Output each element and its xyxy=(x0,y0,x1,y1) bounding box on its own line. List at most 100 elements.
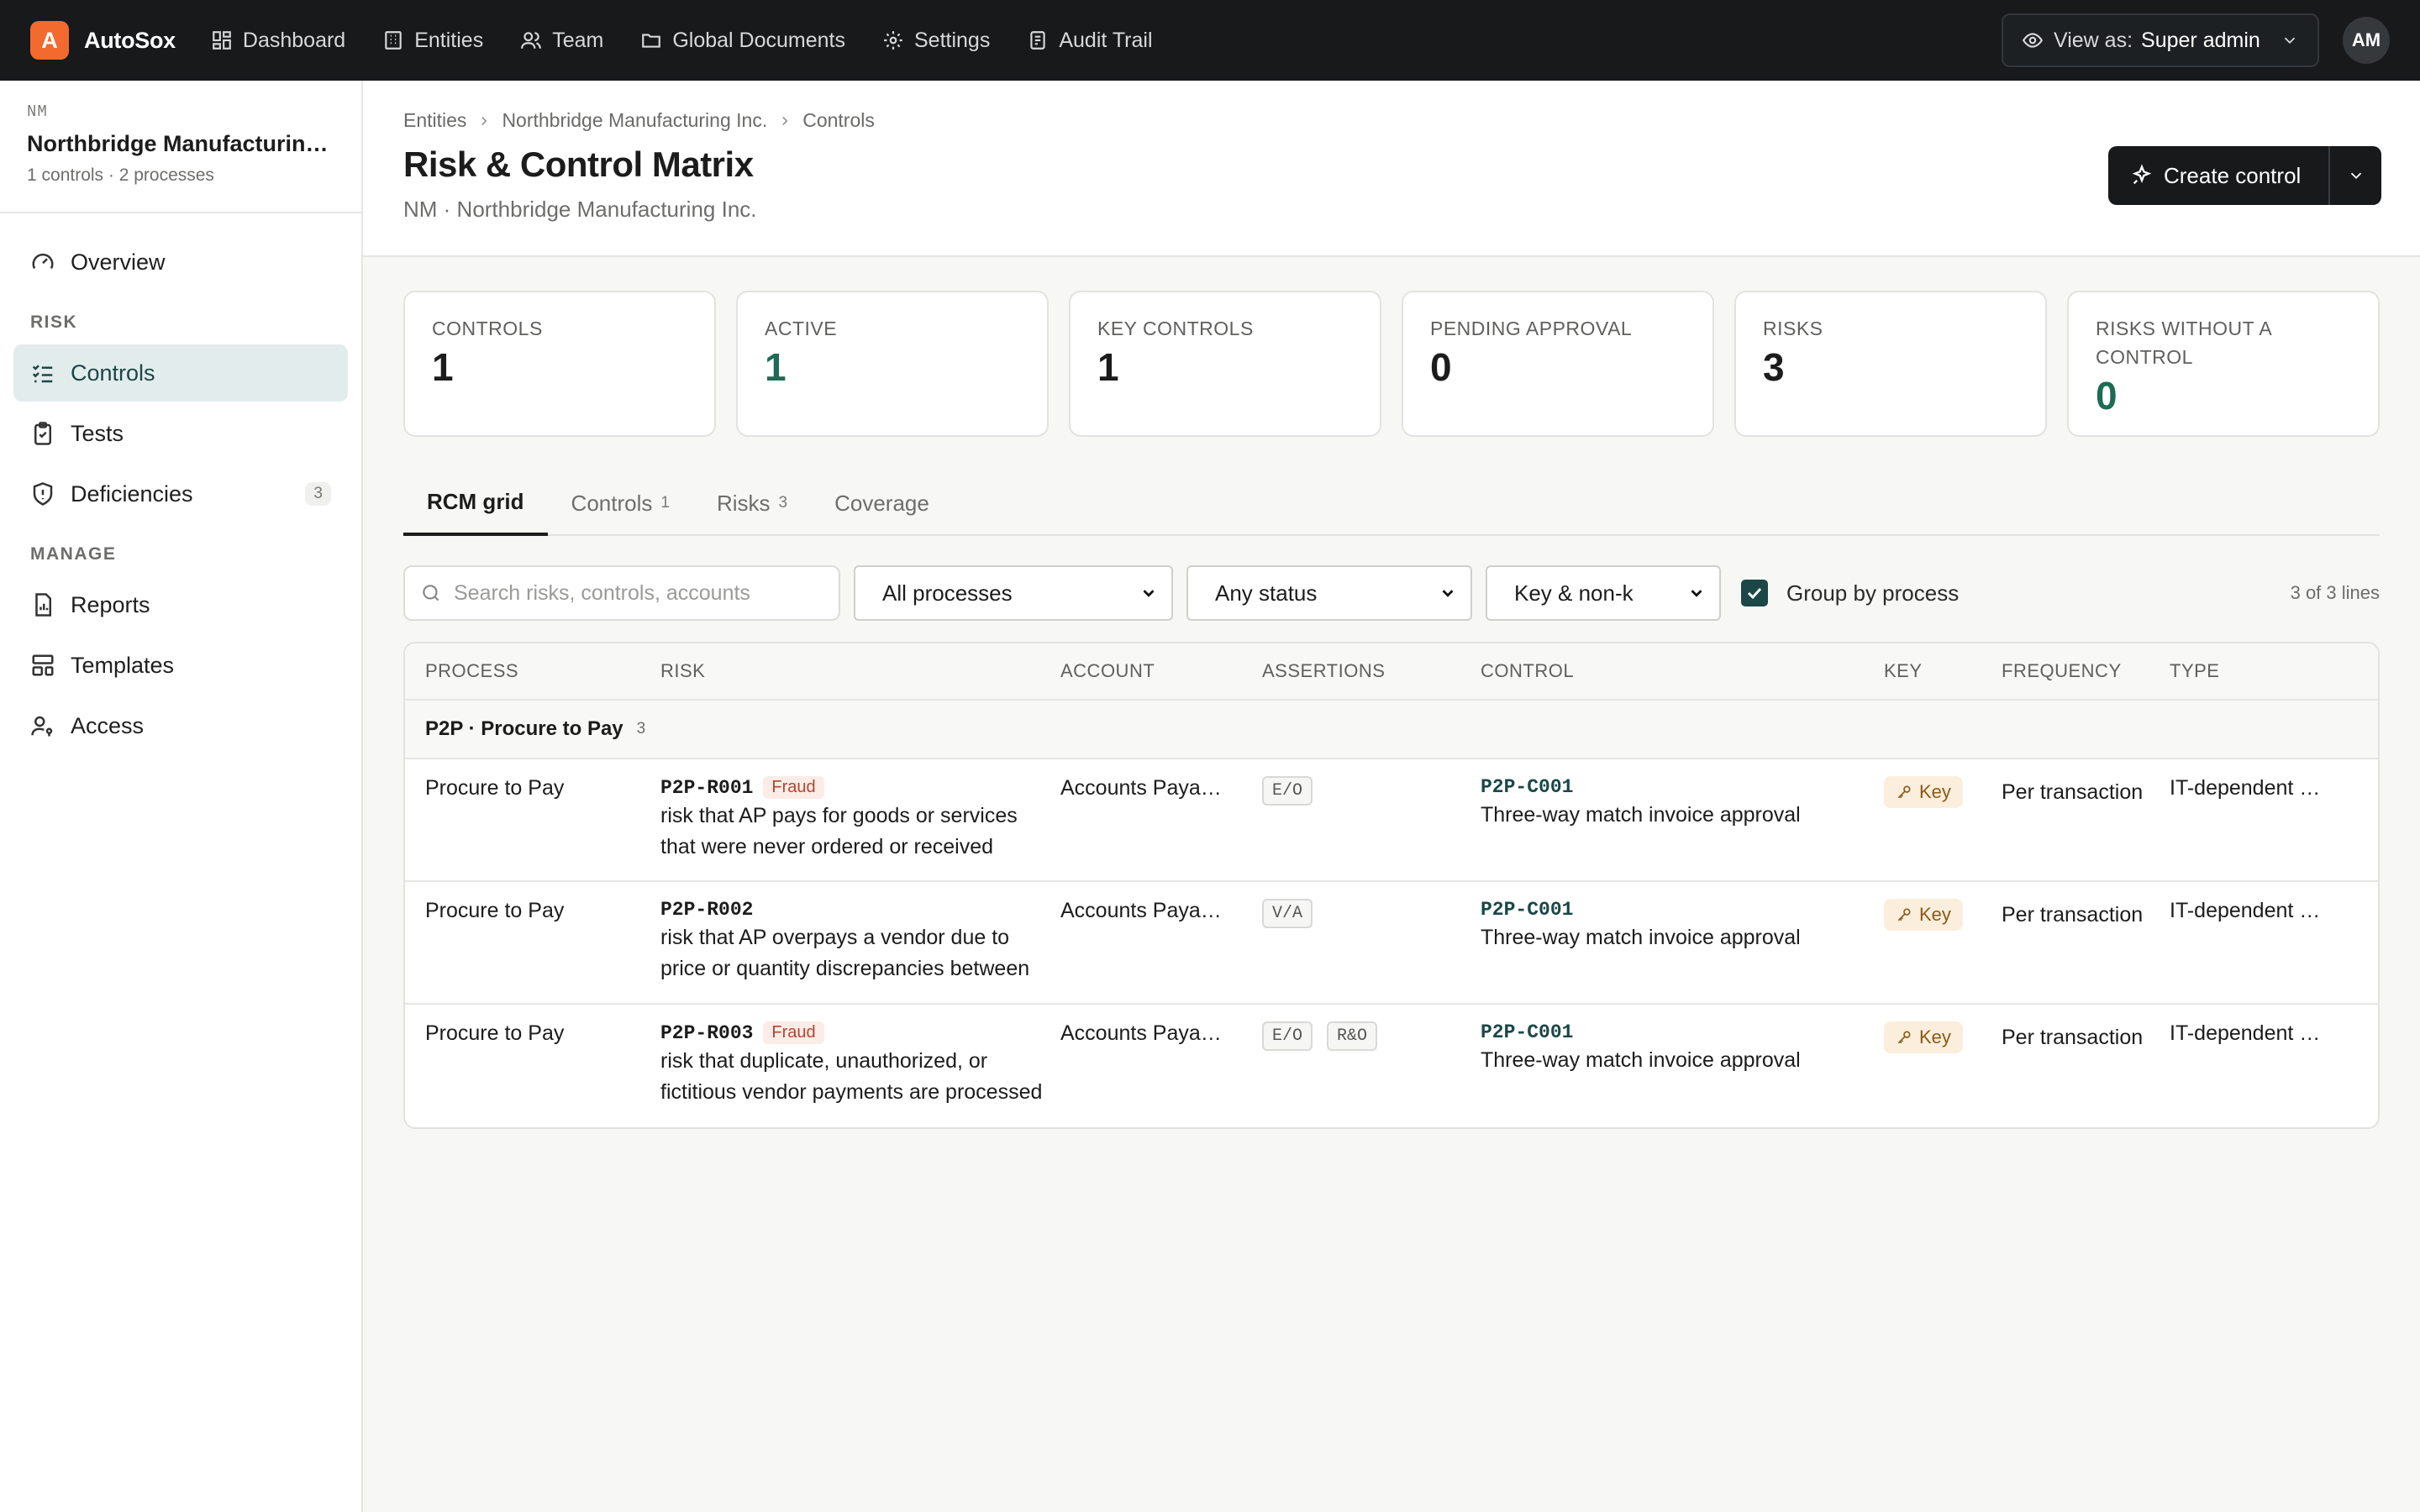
tab-count: 3 xyxy=(778,494,788,512)
stat-card-risks-without-control: RISKS WITHOUT A CONTROL 0 xyxy=(2067,291,2380,437)
assertion-chip: E/O xyxy=(1262,1021,1313,1051)
nav-settings[interactable]: Settings xyxy=(882,29,990,53)
sidebar-item-deficiencies[interactable]: Deficiencies 3 xyxy=(13,465,348,522)
key-icon xyxy=(1897,908,1911,921)
sidebar-item-overview[interactable]: Overview xyxy=(13,234,348,291)
app-name[interactable]: AutoSox xyxy=(84,28,176,54)
risk-description: risk that AP overpays a vendor due to pr… xyxy=(660,926,1030,980)
sidebar-item-tests[interactable]: Tests xyxy=(13,405,348,462)
sidebar-item-reports[interactable]: Reports xyxy=(13,576,348,633)
assertion-chip: V/A xyxy=(1262,899,1313,928)
create-control-dropdown[interactable] xyxy=(2330,166,2381,185)
table-row[interactable]: Procure to Pay P2P-R003 Fraud risk that … xyxy=(405,1005,2378,1127)
table-row[interactable]: Procure to Pay P2P-R002 risk that AP ove… xyxy=(405,882,2378,1005)
key-icon xyxy=(1897,1031,1911,1044)
cell-account: Accounts Payable xyxy=(1060,1021,1262,1046)
stat-card-active: ACTIVE 1 xyxy=(736,291,1049,437)
stat-card-pending-approval: PENDING APPROVAL 0 xyxy=(1402,291,1714,437)
nav-audit-trail[interactable]: Audit Trail xyxy=(1027,28,1153,53)
control-id-link[interactable]: P2P-C001 xyxy=(1481,1021,1884,1043)
column-header-frequency[interactable]: FREQUENCY xyxy=(2002,660,2170,682)
audit-icon xyxy=(1030,31,1046,50)
key-filter-select[interactable]: Key & non-k xyxy=(1486,565,1721,621)
tab-rcm-grid[interactable]: RCM grid xyxy=(403,470,548,536)
rcm-table: PROCESS RISK ACCOUNT ASSERTIONS CONTROL … xyxy=(403,642,2380,1129)
stat-card-risks: RISKS 3 xyxy=(1734,291,2047,437)
sidebar-item-templates[interactable]: Templates xyxy=(13,637,348,694)
search-input[interactable] xyxy=(454,580,823,606)
tab-count: 1 xyxy=(660,494,670,512)
control-type: IT-dependent manual xyxy=(2170,899,2338,922)
chevron-down-icon xyxy=(2350,172,2361,180)
column-header-account[interactable]: ACCOUNT xyxy=(1060,660,1262,682)
risk-description: risk that duplicate, unauthorized, or fi… xyxy=(660,1049,1043,1104)
group-by-process-label[interactable]: Group by process xyxy=(1786,580,1959,606)
column-header-type[interactable]: TYPE xyxy=(2170,660,2363,682)
cell-assertions: E/O xyxy=(1262,776,1481,806)
nav-team[interactable]: Team xyxy=(520,29,603,53)
page-title: Risk & Control Matrix xyxy=(403,144,754,184)
cell-process: Procure to Pay xyxy=(425,1021,565,1045)
key-badge: Key xyxy=(1884,899,1963,931)
nav-dashboard[interactable]: Dashboard xyxy=(211,29,345,53)
tab-controls[interactable]: Controls 1 xyxy=(548,470,693,536)
process-filter-select[interactable]: All processes xyxy=(854,565,1173,621)
column-header-key[interactable]: KEY xyxy=(1884,660,2002,682)
account-name: Accounts Payable xyxy=(1060,776,1228,800)
clipboard-check-icon xyxy=(34,422,51,445)
control-id-link[interactable]: P2P-C001 xyxy=(1481,776,1884,798)
sparkle-icon xyxy=(2132,164,2152,185)
cell-account: Accounts Payable xyxy=(1060,776,1262,801)
sidebar-nav: Overview RISK Controls Tests Deficiencie… xyxy=(0,213,361,778)
cell-process: Procure to Pay xyxy=(425,899,565,922)
nav-label: Team xyxy=(552,28,604,52)
sidebar-item-controls[interactable]: Controls xyxy=(13,344,348,402)
entity-meta: 1 controls · 2 processes xyxy=(27,165,214,185)
top-bar: A AutoSox Dashboard Entities Team Global… xyxy=(0,0,2420,81)
stat-label: ACTIVE xyxy=(765,318,838,339)
create-control-split-button: Create control xyxy=(2108,146,2381,205)
checklist-icon xyxy=(32,365,53,383)
cell-key: Key xyxy=(1884,899,2002,931)
key-label: Key xyxy=(1919,1026,1951,1047)
risk-id[interactable]: P2P-R002 xyxy=(660,899,1060,921)
risk-id-text: P2P-R001 xyxy=(660,776,754,799)
fraud-badge: Fraud xyxy=(763,776,824,799)
table-row[interactable]: Procure to Pay P2P-R001 Fraud risk that … xyxy=(405,759,2378,882)
gear-icon xyxy=(884,31,902,50)
risk-id[interactable]: P2P-R003 Fraud xyxy=(660,1021,1060,1044)
risk-id[interactable]: P2P-R001 Fraud xyxy=(660,776,1060,799)
view-as-select[interactable]: View as: Super admin xyxy=(2002,13,2319,67)
process-group-row[interactable]: P2P · Procure to Pay 3 xyxy=(405,701,2378,759)
stat-card-key-controls: KEY CONTROLS 1 xyxy=(1069,291,1381,437)
tab-coverage[interactable]: Coverage xyxy=(811,470,953,536)
nav-label: Dashboard xyxy=(242,28,346,52)
column-header-control[interactable]: CONTROL xyxy=(1481,660,1884,682)
avatar[interactable]: AM xyxy=(2343,17,2390,64)
stat-label: RISKS WITHOUT A CONTROL xyxy=(2096,318,2271,368)
cell-process: Procure to Pay xyxy=(425,776,565,800)
create-control-button[interactable]: Create control xyxy=(2108,146,2330,205)
control-id-link[interactable]: P2P-C001 xyxy=(1481,899,1884,921)
stat-label: KEY CONTROLS xyxy=(1097,318,1254,339)
control-name: Three-way match invoice approval xyxy=(1481,1048,1801,1072)
app-logo[interactable]: A xyxy=(30,21,69,60)
table-header: PROCESS RISK ACCOUNT ASSERTIONS CONTROL … xyxy=(405,643,2378,701)
column-header-process[interactable]: PROCESS xyxy=(405,660,657,682)
status-filter-select[interactable]: Any status xyxy=(1186,565,1472,621)
column-header-risk[interactable]: RISK xyxy=(657,660,1060,682)
nav-global-documents[interactable]: Global Documents xyxy=(640,29,845,53)
tab-risks[interactable]: Risks 3 xyxy=(693,470,811,536)
column-header-assertions[interactable]: ASSERTIONS xyxy=(1262,660,1481,682)
breadcrumb-entities[interactable]: Entities xyxy=(403,109,466,132)
nav-label: Audit Trail xyxy=(1059,28,1153,52)
breadcrumb-entity[interactable]: Northbridge Manufacturing Inc. xyxy=(502,109,767,132)
users-icon xyxy=(521,32,542,49)
chevron-down-icon xyxy=(1691,590,1702,597)
user-key-icon xyxy=(31,716,53,737)
sidebar-item-access[interactable]: Access xyxy=(13,697,348,754)
nav-entities[interactable]: Entities xyxy=(382,29,483,53)
cell-account: Accounts Payable xyxy=(1060,899,1262,923)
sidebar-section-risk: RISK xyxy=(30,312,78,332)
group-by-process-checkbox[interactable] xyxy=(1741,580,1768,606)
